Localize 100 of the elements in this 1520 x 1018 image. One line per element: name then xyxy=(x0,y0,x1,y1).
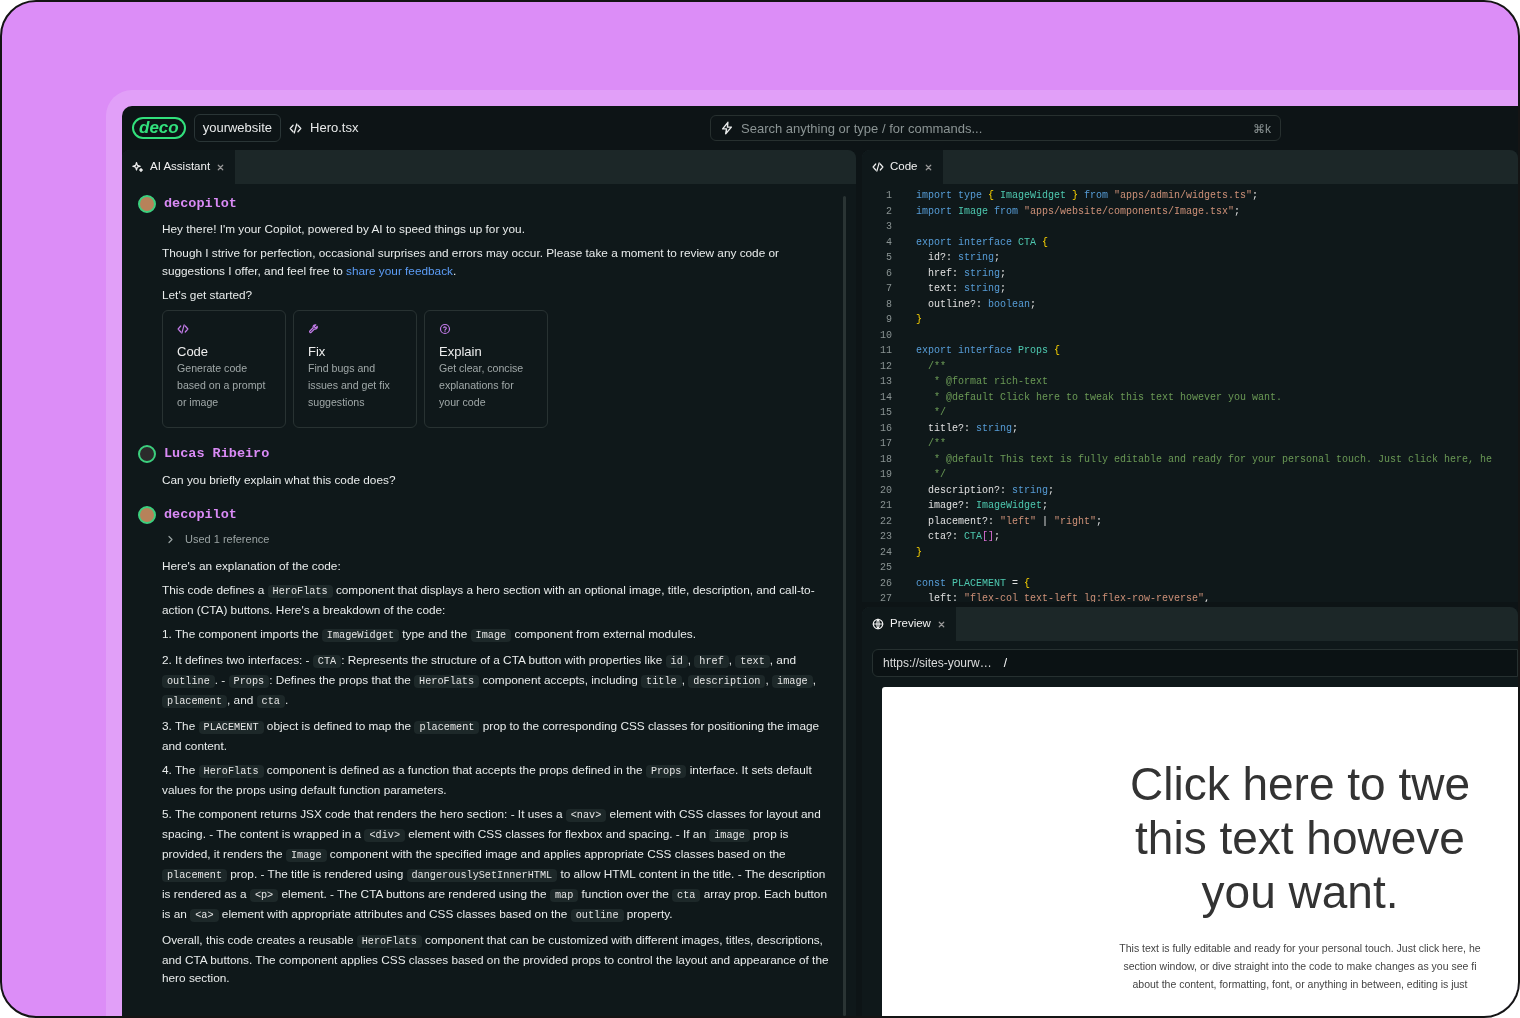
message-text: 5. The component returns JSX code that renders the hero section: - It uses a <nav> element with CSS classes for layout and spacing. - The content is wrapped in a <div> element with CSS classes for flexbox and spacing. - If an image prop is provided, it renders the Image component with the specified image and applies appropriate CSS classes based on the placement prop. - The title is rendered using dangerouslySetInnerHTML to allow HTML content in the title. - The description is rendered as a <p> element. - The CTA buttons are rendered using the map function over the cta array prop. Each button is an <a> element with appropriate attributes and CSS classes based on the outline property. xyxy=(162,806,828,925)
message-text: Though I strive for perfection, occasional surprises and errors may occur. Please take a moment to review any code or suggestions I offer, and feel free to share your feedback. xyxy=(162,245,780,281)
code-line: * @format rich-text xyxy=(933,375,1049,389)
panel-tab[interactable]: Preview xyxy=(862,607,956,641)
line-number: 4 xyxy=(885,235,892,250)
globe-icon xyxy=(872,618,884,630)
code-line: /** xyxy=(927,359,946,374)
avatar xyxy=(138,195,156,214)
code-line: */ xyxy=(933,406,946,420)
line-number: 13 xyxy=(879,375,892,389)
code-line: title?: string; xyxy=(927,421,1019,436)
feedback-link[interactable]: share your feedback xyxy=(346,264,453,279)
avatar xyxy=(138,445,156,464)
line-number: 25 xyxy=(879,561,892,575)
line-number: 3 xyxy=(885,220,892,234)
line-number: 8 xyxy=(885,297,892,312)
suggestion-card[interactable]: Fix Find bugs and issues and get fix suggestions xyxy=(293,310,417,429)
close-icon xyxy=(216,162,226,172)
line-number: 11 xyxy=(879,344,892,358)
close-icon xyxy=(936,619,946,629)
line-number: 14 xyxy=(879,390,892,405)
code-line: cta?: CTA[]; xyxy=(927,530,1001,544)
wrench-icon xyxy=(308,323,320,336)
code-line: description?: string; xyxy=(927,483,1055,498)
line-number: 17 xyxy=(879,437,892,451)
code-line: */ xyxy=(933,468,946,482)
line-number: 20 xyxy=(879,483,892,498)
suggestion-card[interactable]: Code Generate code based on a prompt or image xyxy=(162,310,286,429)
panel-tab[interactable]: Code xyxy=(862,150,943,184)
code-line: } xyxy=(916,313,922,327)
suggestion-card[interactable]: Explain Get clear, concise explanations for your code xyxy=(424,310,548,429)
line-number: 5 xyxy=(885,251,892,265)
line-number: 19 xyxy=(879,468,892,482)
message-text: Can you briefly explain what this code does? xyxy=(162,471,397,489)
line-number: 7 xyxy=(885,282,892,296)
line-number: 22 xyxy=(879,514,892,529)
url-path: / xyxy=(1003,655,1008,672)
line-number: 1 xyxy=(885,189,892,203)
code-icon xyxy=(872,161,884,173)
message-text: 4. The HeroFlats component is defined as a function that accepts the props defined in the Props interface. It sets default values for the props using default function parameters. xyxy=(162,762,813,800)
code-line: import Image from "apps/website/components/Image.tsx"; xyxy=(916,204,1241,219)
code-icon xyxy=(289,121,303,135)
card-title: Explain xyxy=(439,344,483,361)
code-line: const PLACEMENT = { xyxy=(916,576,1031,591)
code-line: /** xyxy=(927,437,946,451)
code-line: placement?: "left" | "right"; xyxy=(927,514,1103,529)
message-text: Hey there! I'm your Copilot, powered by AI to speed things up for you. xyxy=(162,221,526,239)
code-line: text: string; xyxy=(927,282,1007,296)
author-name: Lucas Ribeiro xyxy=(164,445,270,464)
line-number: 18 xyxy=(879,452,892,467)
code-line: outline?: boolean; xyxy=(927,297,1037,312)
line-number: 26 xyxy=(879,576,892,591)
code-line: export interface CTA { xyxy=(916,235,1049,250)
lightning-icon xyxy=(720,121,734,135)
panel-tab[interactable]: AI Assistant xyxy=(122,150,236,184)
message-text: Overall, this code creates a reusable HeroFlats component that can be customized with different images, titles, descriptions, and CTA buttons. The component applies CSS classes based on the provided props to control the layout and appearance of the hero section. xyxy=(162,932,830,988)
logo[interactable]: deco xyxy=(132,117,186,139)
line-number: 6 xyxy=(885,266,892,281)
code-line: id?: string; xyxy=(927,251,1001,265)
close-icon xyxy=(923,162,933,172)
line-number: 10 xyxy=(879,328,892,343)
line-number: 21 xyxy=(879,499,892,513)
preview-description: This text is fully editable and ready for your personal touch. Just click here, he section window, or dive straight into the code to make changes as you see fi about the content, formatting, font, or anything in between, editing is just xyxy=(1118,941,1482,992)
line-number: 9 xyxy=(885,313,892,327)
line-number: 2 xyxy=(885,204,892,219)
code-line: * @default Click here to tweak this text however you want. xyxy=(933,390,1283,405)
message-text: 3. The PLACEMENT object is defined to map the placement prop to the corresponding CSS classes for positioning the image and content. xyxy=(162,718,821,756)
sparkle-icon xyxy=(132,161,144,173)
card-title: Code xyxy=(177,344,210,361)
line-number: 24 xyxy=(879,545,892,560)
preview-headline: Click here to twe this text howeve you want. xyxy=(1129,757,1471,919)
card-description: Generate code based on a prompt or image xyxy=(177,361,267,411)
author-name: decopilot xyxy=(164,505,237,524)
code-line: } xyxy=(916,545,922,560)
code-line: * @default This text is fully editable and ready for your personal touch. Just click here, he xyxy=(933,452,1493,467)
code-line: href: string; xyxy=(927,266,1007,281)
shortcut-hint: ⌘k xyxy=(1253,121,1271,138)
reference-toggle[interactable]: Used 1 reference xyxy=(166,530,270,548)
card-title: Fix xyxy=(308,344,327,361)
message-text: Here's an explanation of the code: xyxy=(162,558,342,576)
message-text: 2. It defines two interfaces: - CTA : Represents the structure of a CTA button with properties like id , href , text , and outline . - Props : Defines the props that the HeroFlats component accepts, including title , description , image , placement , and cta . xyxy=(162,652,817,711)
avatar xyxy=(138,505,156,524)
site-selector[interactable]: yourwebsite xyxy=(193,114,282,142)
code-icon xyxy=(177,323,189,336)
line-number: 27 xyxy=(879,592,892,602)
line-number: 15 xyxy=(879,406,892,420)
file-name: Hero.tsx xyxy=(310,119,359,138)
card-description: Get clear, concise explanations for your code xyxy=(439,361,525,411)
code-line: image?: ImageWidget; xyxy=(927,499,1049,513)
message-text: 1. The component imports the ImageWidget type and the Image component from external modules. xyxy=(162,626,698,645)
line-number: 23 xyxy=(879,530,892,544)
url-text: https://sites-yourw… xyxy=(883,655,992,672)
line-number: 12 xyxy=(879,359,892,374)
help-icon xyxy=(439,323,451,336)
message-text: This code defines a HeroFlats component that displays a hero section with an optional image, title, description, and call-to-action (CTA) buttons. Here's a breakdown of the code: xyxy=(162,582,816,620)
code-line: export interface Props { xyxy=(916,344,1061,358)
code-line: import type { ImageWidget } from "apps/admin/widgets.ts"; xyxy=(916,189,1259,203)
card-description: Find bugs and issues and get fix suggestions xyxy=(308,361,391,411)
line-number: 16 xyxy=(879,421,892,436)
address-bar[interactable]: https://sites-yourw… / xyxy=(872,649,1518,677)
